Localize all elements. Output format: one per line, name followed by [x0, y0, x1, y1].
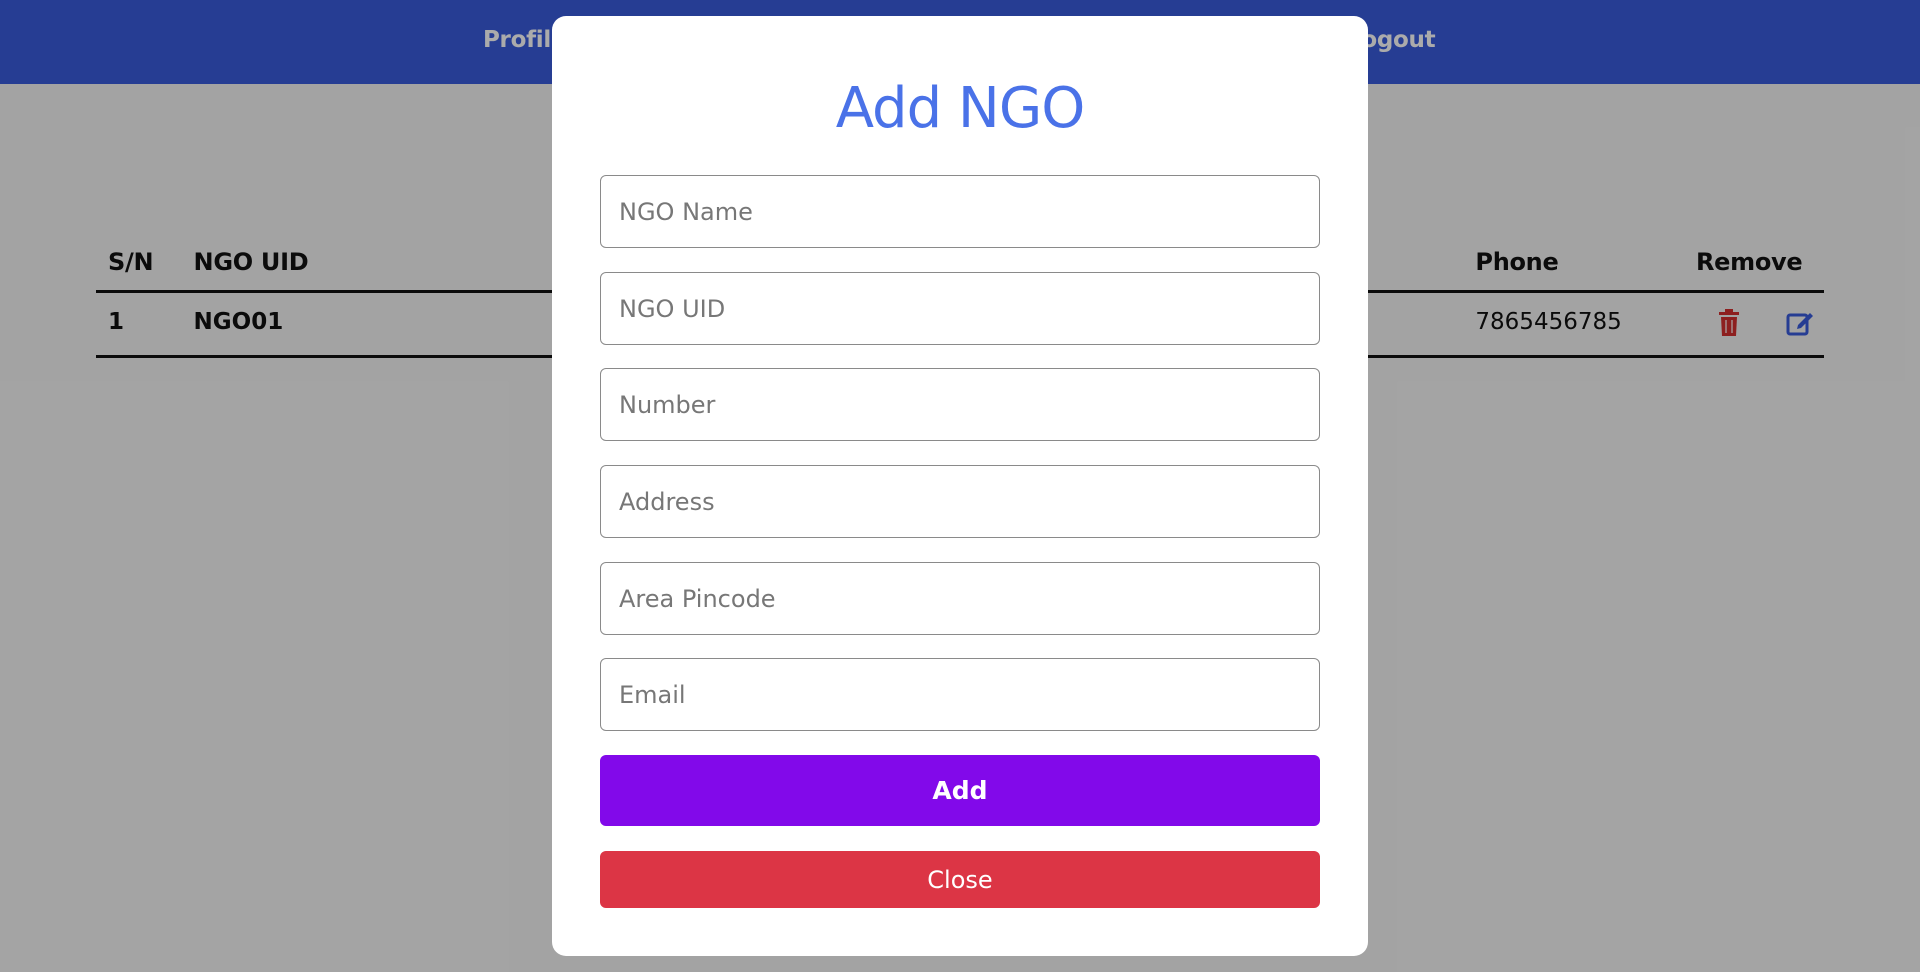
ngo-name-input[interactable]	[600, 175, 1320, 248]
email-input[interactable]	[600, 658, 1320, 731]
number-input[interactable]	[600, 368, 1320, 441]
address-input[interactable]	[600, 465, 1320, 538]
add-ngo-modal: Add NGO Add Close	[552, 16, 1368, 956]
add-button[interactable]: Add	[600, 755, 1320, 826]
modal-title: Add NGO	[835, 76, 1086, 141]
area-pincode-input[interactable]	[600, 562, 1320, 635]
ngo-uid-input[interactable]	[600, 272, 1320, 345]
close-button[interactable]: Close	[600, 851, 1320, 908]
